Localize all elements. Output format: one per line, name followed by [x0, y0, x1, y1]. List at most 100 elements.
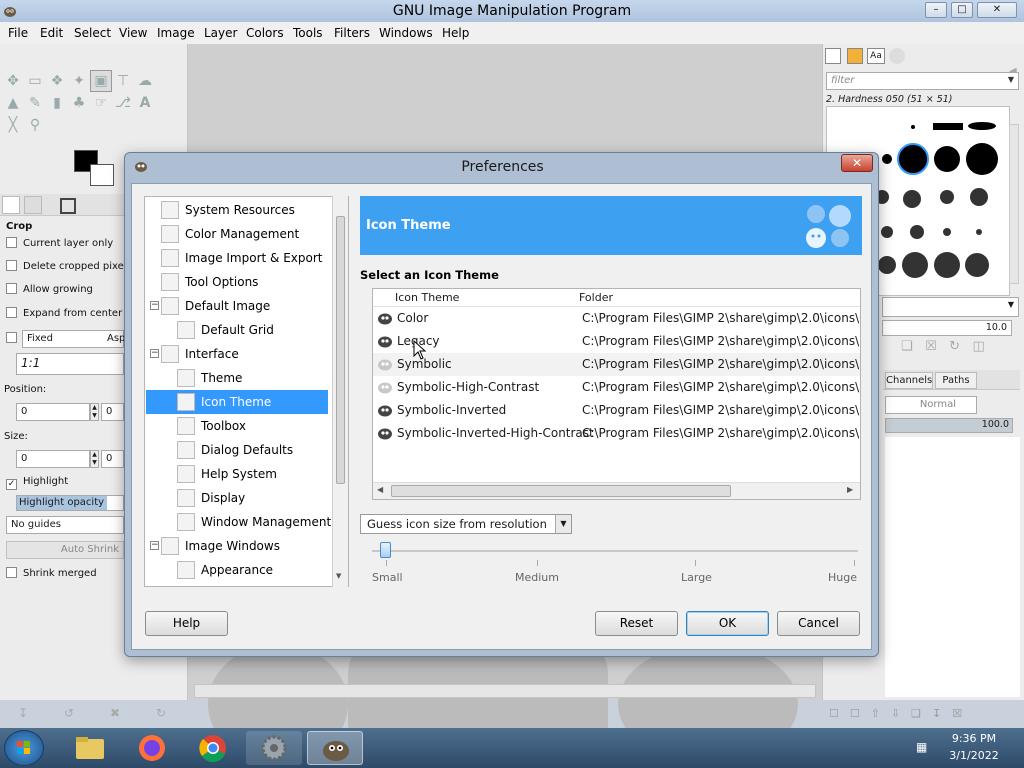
device-status-tab-icon[interactable]	[24, 196, 42, 214]
delete-options-icon[interactable]: ✖	[110, 706, 120, 720]
menu-colors[interactable]: Colors	[246, 26, 284, 40]
tree-expander-icon[interactable]: −	[150, 349, 159, 358]
nav-item-interface[interactable]: Interface	[161, 342, 239, 366]
tree-expander-icon[interactable]: −	[150, 301, 159, 310]
transform-tool-icon[interactable]: ⊤	[112, 70, 134, 92]
document-history-tab-icon[interactable]	[889, 48, 905, 64]
nav-tree-scrollbar[interactable]: ▼	[332, 196, 348, 587]
rect-select-tool-icon[interactable]: ▭	[24, 70, 46, 92]
wand-tool-icon[interactable]: ✦	[68, 70, 90, 92]
column-header-folder[interactable]: Folder	[579, 291, 613, 304]
menu-select[interactable]: Select	[74, 26, 111, 40]
nav-item-display[interactable]: Display	[177, 486, 245, 510]
close-window-button[interactable]: ✕	[977, 2, 1017, 18]
nav-item-default-grid[interactable]: Default Grid	[177, 318, 274, 342]
expand-from-center-option[interactable]: Expand from center	[6, 307, 122, 319]
allow-growing-option[interactable]: Allow growing	[6, 283, 93, 295]
theme-row[interactable]: Symbolic-Inverted C:\Program Files\GIMP 2…	[373, 399, 860, 422]
layers-actions-icons[interactable]: ☐☐⇧⇩❏↧☒	[829, 707, 973, 720]
checkbox[interactable]	[6, 237, 17, 248]
checkbox[interactable]	[6, 260, 17, 271]
shrink-merged-option[interactable]: Shrink merged	[6, 567, 97, 579]
reset-button[interactable]: Reset	[595, 611, 678, 636]
menu-view[interactable]: View	[119, 26, 147, 40]
menu-layer[interactable]: Layer	[204, 26, 237, 40]
nav-item-default-image[interactable]: Default Image	[161, 294, 270, 318]
menu-edit[interactable]: Edit	[40, 26, 63, 40]
checkbox[interactable]	[6, 307, 17, 318]
size-y-input[interactable]: 0	[101, 450, 124, 468]
paintbrush-tool-icon[interactable]: ✎	[24, 92, 46, 114]
position-y-input[interactable]: 0	[101, 403, 124, 421]
nav-item-dialog-defaults[interactable]: Dialog Defaults	[177, 438, 293, 462]
layer-mode-select[interactable]: Normal	[885, 396, 977, 414]
open-brush-icon[interactable]: ◫	[972, 339, 984, 354]
aspect-ratio-input[interactable]: 1:1	[16, 353, 124, 375]
network-status-icon[interactable]: ▦	[916, 740, 930, 754]
nav-item-theme[interactable]: Theme	[177, 366, 242, 390]
brushes-tab-icon[interactable]	[825, 48, 841, 64]
current-layer-only-option[interactable]: Current layer only	[6, 237, 113, 249]
patterns-tab-icon[interactable]	[847, 48, 863, 64]
fonts-tab-icon[interactable]: Aa	[867, 48, 885, 64]
highlight-option[interactable]: ✓ Highlight	[6, 476, 68, 490]
nav-item-toolbox[interactable]: Toolbox	[177, 414, 246, 438]
nav-scroll-thumb[interactable]	[336, 216, 345, 484]
nav-item-color-management[interactable]: Color Management	[161, 222, 299, 246]
nav-item-appearance[interactable]: Appearance	[177, 558, 273, 582]
zoom-tool-icon[interactable]: ⚲	[24, 114, 46, 136]
maximize-button[interactable]: □	[951, 2, 973, 18]
brush-grid-scrollbar[interactable]	[1009, 124, 1019, 284]
column-header-name[interactable]: Icon Theme	[395, 291, 459, 304]
clone-tool-icon[interactable]: ♣	[68, 92, 90, 114]
tab-channels[interactable]: Channels	[885, 372, 933, 389]
settings-taskbar-button[interactable]	[246, 731, 302, 765]
theme-row[interactable]: Symbolic C:\Program Files\GIMP 2\share\gi…	[373, 353, 860, 376]
menu-filters[interactable]: Filters	[334, 26, 370, 40]
guides-select[interactable]: No guides	[6, 516, 124, 534]
delete-cropped-option[interactable]: Delete cropped pixels	[6, 260, 132, 272]
icon-size-mode-select[interactable]: Guess icon size from resolution ▼	[360, 514, 572, 534]
smudge-tool-icon[interactable]: ☞	[90, 92, 112, 114]
brush-filter-input[interactable]: filter ▼	[826, 72, 1019, 90]
tab-paths[interactable]: Paths	[935, 372, 977, 389]
bucket-tool-icon[interactable]: ▲	[2, 92, 24, 114]
refresh-brushes-icon[interactable]: ↻	[949, 339, 960, 354]
checkbox[interactable]	[6, 332, 17, 343]
size-x-spinner[interactable]: ▲ ▼	[90, 450, 99, 468]
theme-row[interactable]: Legacy C:\Program Files\GIMP 2\share\gimp…	[373, 330, 860, 353]
firefox-taskbar-button[interactable]	[124, 731, 180, 765]
help-button[interactable]: Help	[145, 611, 228, 636]
minimize-button[interactable]: –	[925, 2, 947, 18]
background-color-swatch[interactable]	[90, 164, 114, 186]
hscroll-thumb[interactable]	[391, 485, 731, 497]
position-x-input[interactable]: 0	[16, 403, 90, 421]
icon-size-slider-thumb[interactable]	[380, 542, 391, 558]
nav-item-image-windows[interactable]: Image Windows	[161, 534, 280, 558]
theme-row[interactable]: Symbolic-High-Contrast C:\Program Files\G…	[373, 376, 860, 399]
position-x-spinner[interactable]: ▲ ▼	[90, 403, 99, 421]
brush-spacing-input[interactable]: 10.0	[882, 320, 1012, 336]
checkbox[interactable]	[6, 283, 17, 294]
ok-button[interactable]: OK	[686, 611, 769, 636]
clock-date[interactable]: 3/1/2022	[937, 749, 1011, 762]
nav-item-help-system[interactable]: Help System	[177, 462, 277, 486]
menu-image[interactable]: Image	[157, 26, 195, 40]
theme-list-hscrollbar[interactable]: ◀ ▶	[373, 482, 860, 499]
cancel-button[interactable]: Cancel	[777, 611, 860, 636]
icon-size-slider-track[interactable]	[372, 550, 858, 552]
crop-tool-icon[interactable]: ▣	[90, 70, 112, 92]
tool-options-tab-icon[interactable]	[2, 196, 20, 214]
auto-shrink-button[interactable]: Auto Shrink	[6, 541, 124, 559]
size-x-input[interactable]: 0	[16, 450, 90, 468]
menu-file[interactable]: File	[8, 26, 28, 40]
restore-options-icon[interactable]: ↺	[64, 706, 74, 720]
canvas-scrollbar[interactable]	[194, 684, 816, 698]
theme-row[interactable]: Color C:\Program Files\GIMP 2\share\gimp\…	[373, 307, 860, 330]
nav-item-system-resources[interactable]: System Resources	[161, 198, 295, 222]
theme-row[interactable]: Symbolic-Inverted-High-Contrast C:\Progra…	[373, 422, 860, 445]
duplicate-brush-icon[interactable]: ❏	[901, 339, 913, 354]
path-tool-icon[interactable]: ⎇	[112, 92, 134, 114]
eraser-tool-icon[interactable]: ▮	[46, 92, 68, 114]
checkbox[interactable]	[6, 567, 17, 578]
